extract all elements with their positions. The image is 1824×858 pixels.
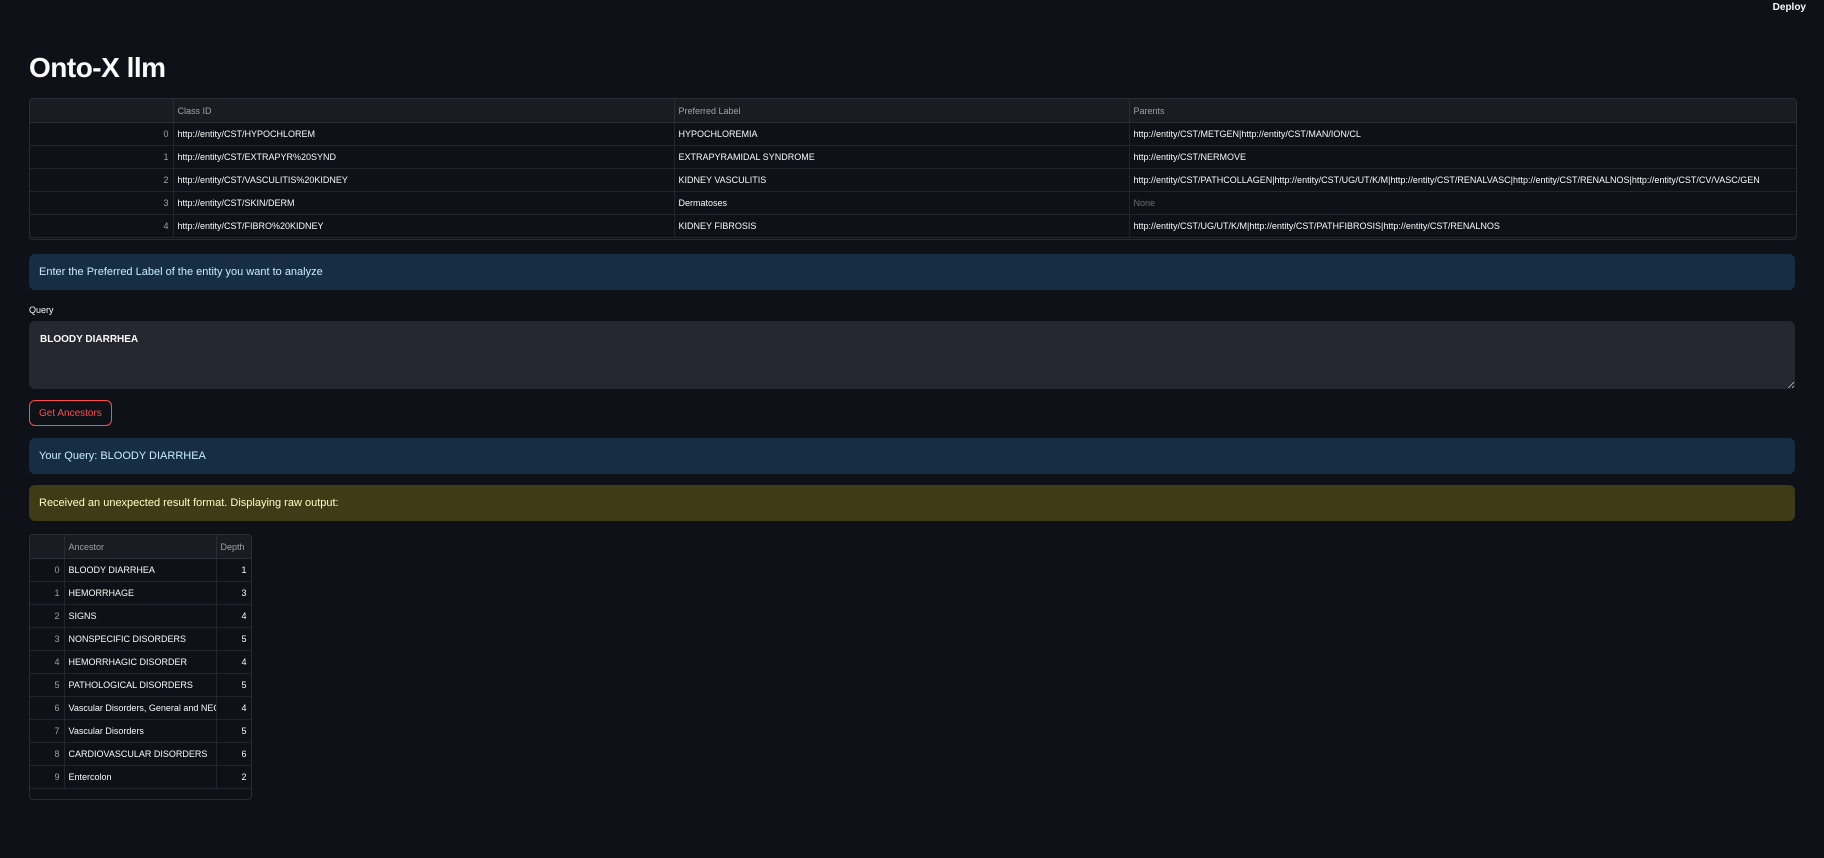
depth-cell[interactable]: 5 (216, 627, 251, 651)
depth-cell[interactable]: 2 (216, 765, 251, 789)
ancestor-dataframe[interactable]: Ancestor Depth 0 BLOODY DIARRHEA 1 1 HEM… (29, 534, 252, 800)
table-row[interactable]: 3 NONSPECIFIC DISORDERS 5 (30, 627, 251, 651)
table-row[interactable]: 9 Entercolon 2 (30, 765, 251, 789)
parents-cell[interactable]: http://entity/CST/METGEN|http://entity/C… (1129, 122, 1796, 146)
depth-cell[interactable]: 4 (216, 604, 251, 628)
table-row[interactable]: 1 HEMORRHAGE 3 (30, 581, 251, 605)
row-index: 8 (30, 742, 65, 766)
column-header-index[interactable] (30, 99, 174, 123)
ancestor-cell[interactable]: PATHOLOGICAL DISORDERS (64, 673, 217, 697)
entity-table-header: Class ID Preferred Label Parents (30, 99, 1796, 123)
page-title: Onto-X llm (29, 52, 166, 83)
instruction-alert: Enter the Preferred Label of the entity … (29, 254, 1795, 290)
instruction-text: Enter the Preferred Label of the entity … (39, 266, 323, 278)
class-id-cell[interactable]: http://entity/CST/HYPOCHLOREM (173, 122, 675, 146)
ancestor-cell[interactable]: CARDIOVASCULAR DISORDERS (64, 742, 217, 766)
table-row[interactable]: 6 Vascular Disorders, General and NEC 4 (30, 696, 251, 720)
depth-cell[interactable]: 5 (216, 673, 251, 697)
depth-cell[interactable]: 3 (216, 581, 251, 605)
query-input[interactable]: BLOODY DIARRHEA (29, 321, 1795, 389)
depth-cell[interactable]: 1 (216, 558, 251, 582)
ancestor-cell[interactable]: BLOODY DIARRHEA (64, 558, 217, 582)
column-header-depth[interactable]: Depth (216, 535, 251, 559)
row-index: 3 (30, 191, 174, 215)
depth-cell[interactable]: 4 (216, 696, 251, 720)
get-ancestors-button[interactable]: Get Ancestors (29, 400, 112, 426)
ancestor-cell[interactable]: NONSPECIFIC DISORDERS (64, 627, 217, 651)
table-row[interactable]: 5 PATHOLOGICAL DISORDERS 5 (30, 673, 251, 697)
ancestor-cell[interactable]: SIGNS (64, 604, 217, 628)
entity-table: Class ID Preferred Label Parents 0 http:… (30, 99, 1796, 238)
depth-cell[interactable]: 5 (216, 719, 251, 743)
table-row[interactable]: 4 HEMORRHAGIC DISORDER 4 (30, 650, 251, 674)
row-index: 2 (30, 604, 65, 628)
row-index: 3 (30, 627, 65, 651)
table-row[interactable]: 0 http://entity/CST/HYPOCHLOREM HYPOCHLO… (30, 122, 1796, 146)
table-row[interactable]: 2 SIGNS 4 (30, 604, 251, 628)
query-label: Query (29, 305, 54, 315)
entity-dataframe[interactable]: Class ID Preferred Label Parents 0 http:… (29, 98, 1797, 240)
column-header-ancestor[interactable]: Ancestor (64, 535, 217, 559)
row-index: 0 (30, 558, 65, 582)
ancestor-table: Ancestor Depth 0 BLOODY DIARRHEA 1 1 HEM… (30, 535, 251, 789)
row-index: 1 (30, 145, 174, 169)
class-id-cell[interactable]: http://entity/CST/EXTRAPYR%20SYND (173, 145, 675, 169)
deploy-button[interactable]: Deploy (1773, 2, 1806, 13)
row-index: 1 (30, 581, 65, 605)
parents-cell[interactable]: http://entity/CST/NERMOVE (1129, 145, 1796, 169)
ancestor-cell[interactable]: Vascular Disorders (64, 719, 217, 743)
your-query-text: Your Query: BLOODY DIARRHEA (39, 450, 206, 462)
column-header-preferred-label[interactable]: Preferred Label (674, 99, 1130, 123)
ancestor-table-header: Ancestor Depth (30, 535, 251, 559)
parents-cell[interactable]: http://entity/CST/UG/UT/K/M|http://entit… (1129, 214, 1796, 238)
row-index: 7 (30, 719, 65, 743)
depth-cell[interactable]: 6 (216, 742, 251, 766)
row-index: 4 (30, 214, 174, 238)
column-header-index[interactable] (30, 535, 65, 559)
table-row[interactable]: 4 http://entity/CST/FIBRO%20KIDNEY KIDNE… (30, 214, 1796, 238)
table-row[interactable]: 1 http://entity/CST/EXTRAPYR%20SYND EXTR… (30, 145, 1796, 169)
row-index: 5 (30, 673, 65, 697)
preferred-label-cell[interactable]: KIDNEY VASCULITIS (674, 168, 1130, 192)
column-header-parents[interactable]: Parents (1129, 99, 1796, 123)
class-id-cell[interactable]: http://entity/CST/VASCULITIS%20KIDNEY (173, 168, 675, 192)
preferred-label-cell[interactable]: EXTRAPYRAMIDAL SYNDROME (674, 145, 1130, 169)
row-index: 6 (30, 696, 65, 720)
warning-alert: Received an unexpected result format. Di… (29, 485, 1795, 521)
table-row[interactable]: 7 Vascular Disorders 5 (30, 719, 251, 743)
your-query-alert: Your Query: BLOODY DIARRHEA (29, 438, 1795, 474)
ancestor-cell[interactable]: Entercolon (64, 765, 217, 789)
class-id-cell[interactable]: http://entity/CST/FIBRO%20KIDNEY (173, 214, 675, 238)
parents-cell[interactable]: http://entity/CST/PATHCOLLAGEN|http://en… (1129, 168, 1796, 192)
app-header: Deploy (0, 0, 1824, 18)
table-row[interactable]: 8 CARDIOVASCULAR DISORDERS 6 (30, 742, 251, 766)
ancestor-cell[interactable]: HEMORRHAGE (64, 581, 217, 605)
warning-text: Received an unexpected result format. Di… (39, 497, 339, 509)
table-row[interactable]: 2 http://entity/CST/VASCULITIS%20KIDNEY … (30, 168, 1796, 192)
parents-cell[interactable]: None (1129, 191, 1796, 215)
ancestor-cell[interactable]: Vascular Disorders, General and NEC (64, 696, 217, 720)
table-row[interactable]: 0 BLOODY DIARRHEA 1 (30, 558, 251, 582)
row-index: 0 (30, 122, 174, 146)
preferred-label-cell[interactable]: HYPOCHLOREMIA (674, 122, 1130, 146)
depth-cell[interactable]: 4 (216, 650, 251, 674)
class-id-cell[interactable]: http://entity/CST/SKIN/DERM (173, 191, 675, 215)
ancestor-cell[interactable]: HEMORRHAGIC DISORDER (64, 650, 217, 674)
preferred-label-cell[interactable]: KIDNEY FIBROSIS (674, 214, 1130, 238)
row-index: 9 (30, 765, 65, 789)
column-header-class-id[interactable]: Class ID (173, 99, 675, 123)
table-row[interactable]: 3 http://entity/CST/SKIN/DERM Dermatoses… (30, 191, 1796, 215)
row-index: 2 (30, 168, 174, 192)
row-index: 4 (30, 650, 65, 674)
preferred-label-cell[interactable]: Dermatoses (674, 191, 1130, 215)
